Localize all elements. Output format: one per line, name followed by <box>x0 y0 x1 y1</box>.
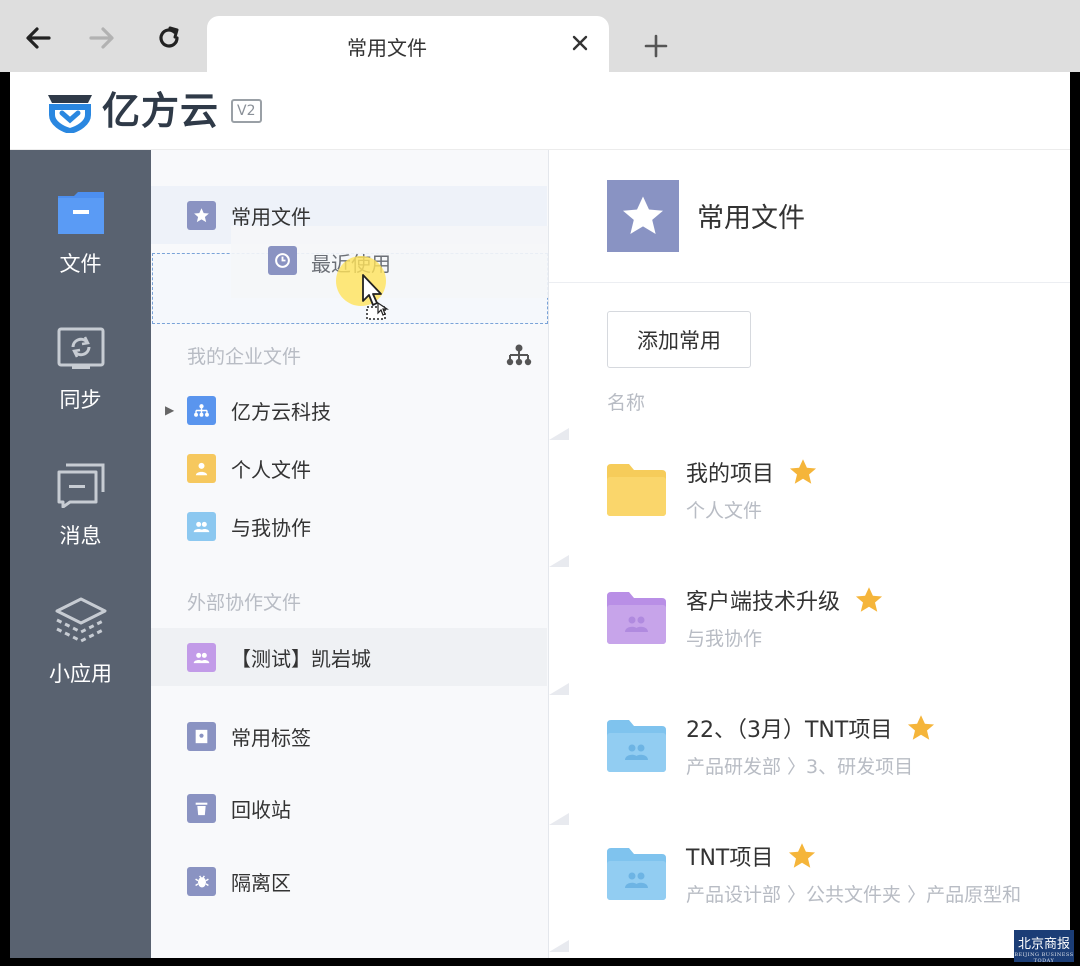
tag-icon <box>187 721 216 751</box>
tree-label: 回收站 <box>231 797 291 822</box>
row-notch <box>549 428 569 440</box>
tab-close-button[interactable] <box>569 32 591 54</box>
rail-label: 同步 <box>59 388 102 412</box>
apps-icon <box>55 597 106 643</box>
rail-item-messages[interactable]: 消息 <box>10 462 151 582</box>
rail-label: 小应用 <box>49 662 112 686</box>
tree-label: 常用标签 <box>231 725 311 750</box>
tree-label: 与我协作 <box>231 515 311 540</box>
file-row[interactable]: 我的项目 个人文件 <box>549 442 1070 552</box>
shared-folder-icon <box>607 592 666 644</box>
tree-label: 亿方云科技 <box>231 399 331 424</box>
trash-icon <box>187 793 216 823</box>
cloud-shield-logo-icon <box>48 95 92 133</box>
row-notch <box>549 813 569 825</box>
rail-item-apps[interactable]: 小应用 <box>10 596 151 716</box>
rail-label: 消息 <box>59 524 102 548</box>
file-name: 22、（3月）TNT项目 <box>686 712 936 744</box>
file-name: TNT项目 <box>686 840 817 872</box>
file-row[interactable]: 22、（3月）TNT项目 产品研发部 〉3、研发项目 <box>549 698 1070 808</box>
arrow-left-icon <box>26 27 51 49</box>
shared-folder-icon <box>607 720 666 772</box>
message-icon <box>57 463 104 508</box>
tree-item-enterprise[interactable]: ▶ 亿方云科技 <box>151 381 547 439</box>
row-notch <box>549 555 569 567</box>
reload-button[interactable] <box>151 20 187 56</box>
caret-right-icon[interactable]: ▶ <box>165 403 174 417</box>
mouse-pointer-icon <box>362 274 389 320</box>
tree-label: 【测试】凯岩城 <box>231 646 371 671</box>
file-path: 个人文件 <box>686 500 763 522</box>
rail-item-sync[interactable]: 同步 <box>10 326 151 446</box>
column-header-name[interactable]: 名称 <box>607 388 645 415</box>
arrow-right-icon <box>89 27 114 49</box>
page-title: 常用文件 <box>697 203 805 234</box>
tree-item-trash[interactable]: 回收站 <box>151 779 547 837</box>
browser-tab[interactable]: 常用文件 <box>207 16 609 72</box>
star-icon <box>187 200 216 230</box>
star-icon[interactable] <box>906 713 936 743</box>
tree-label: 隔离区 <box>231 870 291 895</box>
tab-title: 常用文件 <box>347 36 427 60</box>
folder-icon <box>607 464 666 516</box>
rail-item-files[interactable]: 文件 <box>10 190 151 310</box>
main-content: 常用文件 添加常用 名称 我的项目 个人文件 客户端技术升级 与我协作 22、（… <box>549 150 1070 958</box>
reload-icon <box>159 26 179 48</box>
tree-item-shared[interactable]: 与我协作 <box>151 497 547 555</box>
file-row[interactable]: 客户端技术升级 与我协作 <box>549 570 1070 680</box>
people-icon <box>187 511 216 541</box>
browser-chrome: 常用文件 <box>0 0 1080 72</box>
app-header: 亿方云 V2 <box>10 72 1070 150</box>
tree-item-personal[interactable]: 个人文件 <box>151 439 547 497</box>
logo-text: 亿方云 <box>102 89 220 133</box>
tree-item-tags[interactable]: 常用标签 <box>151 707 547 765</box>
bug-icon <box>187 866 216 896</box>
file-name: 我的项目 <box>686 456 818 488</box>
tree-label: 个人文件 <box>231 457 311 482</box>
logo[interactable]: 亿方云 V2 <box>44 89 262 133</box>
divider <box>549 282 1070 283</box>
org-icon <box>187 395 216 425</box>
forward-button[interactable] <box>84 20 120 56</box>
plus-icon <box>644 34 668 58</box>
shared-folder-icon <box>607 848 666 900</box>
people-icon <box>187 642 216 672</box>
section-title-external: 外部协作文件 <box>187 592 302 614</box>
close-icon <box>572 35 588 51</box>
section-title-enterprise: 我的企业文件 <box>187 346 302 368</box>
add-favorite-button[interactable]: 添加常用 <box>607 311 751 368</box>
file-name: 客户端技术升级 <box>686 584 884 616</box>
star-icon[interactable] <box>787 841 817 871</box>
person-icon <box>187 453 216 483</box>
tree-item-external[interactable]: 【测试】凯岩城 <box>151 628 547 686</box>
star-icon <box>607 180 679 252</box>
sync-icon <box>57 327 104 369</box>
clock-icon <box>268 246 297 275</box>
back-button[interactable] <box>20 20 56 56</box>
watermark: 北京商报 BEIJING BUSINESS TODAY <box>1014 930 1074 964</box>
folder-icon <box>57 192 104 234</box>
row-notch <box>549 940 569 952</box>
version-badge: V2 <box>231 99 262 123</box>
file-path: 产品研发部 〉3、研发项目 <box>686 756 914 778</box>
star-icon[interactable] <box>854 585 884 615</box>
file-row[interactable]: TNT项目 产品设计部 〉公共文件夹 〉产品原型和 <box>549 826 1070 936</box>
new-tab-button[interactable] <box>640 30 672 62</box>
row-notch <box>549 683 569 695</box>
org-chart-icon[interactable] <box>505 343 533 367</box>
file-path: 与我协作 <box>686 628 763 650</box>
file-path: 产品设计部 〉公共文件夹 〉产品原型和 <box>686 884 1022 906</box>
star-icon[interactable] <box>788 457 818 487</box>
tree-item-quarantine[interactable]: 隔离区 <box>151 852 547 910</box>
left-rail: 文件 同步 消息 小应用 <box>10 150 151 958</box>
rail-label: 文件 <box>59 252 102 276</box>
